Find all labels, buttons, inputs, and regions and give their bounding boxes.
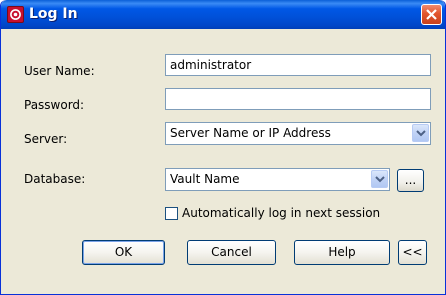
cancel-button[interactable]: Cancel [187, 240, 276, 265]
close-button[interactable] [421, 4, 442, 25]
server-select[interactable]: Server Name or IP Address [165, 122, 431, 145]
close-icon [426, 9, 437, 20]
chevron-down-icon [375, 176, 385, 183]
help-button[interactable]: Help [294, 240, 390, 265]
auto-login-label[interactable]: Automatically log in next session [182, 206, 380, 220]
server-label: Server: [24, 132, 68, 146]
ok-button[interactable]: OK [82, 240, 165, 265]
database-dropdown-button[interactable] [371, 170, 388, 188]
app-logo-icon [7, 6, 24, 23]
login-dialog: Log In User Name: administrator Password… [0, 0, 446, 295]
window-title: Log In [29, 6, 78, 22]
browse-database-button[interactable]: ... [397, 169, 424, 192]
database-label: Database: [24, 172, 86, 186]
chevron-down-icon [416, 130, 426, 137]
dialog-body: User Name: administrator Password: Serve… [4, 29, 444, 294]
password-label: Password: [24, 98, 85, 112]
title-bar[interactable]: Log In [1, 0, 445, 29]
database-select[interactable]: Vault Name [165, 168, 390, 191]
database-select-value: Vault Name [170, 172, 240, 186]
server-dropdown-button[interactable] [412, 124, 429, 142]
server-select-value: Server Name or IP Address [170, 126, 331, 140]
password-input[interactable] [165, 88, 431, 110]
user-name-input[interactable]: administrator [165, 54, 431, 76]
collapse-options-button[interactable]: << [398, 240, 427, 265]
auto-login-checkbox[interactable] [165, 207, 178, 220]
user-name-label: User Name: [24, 64, 95, 78]
